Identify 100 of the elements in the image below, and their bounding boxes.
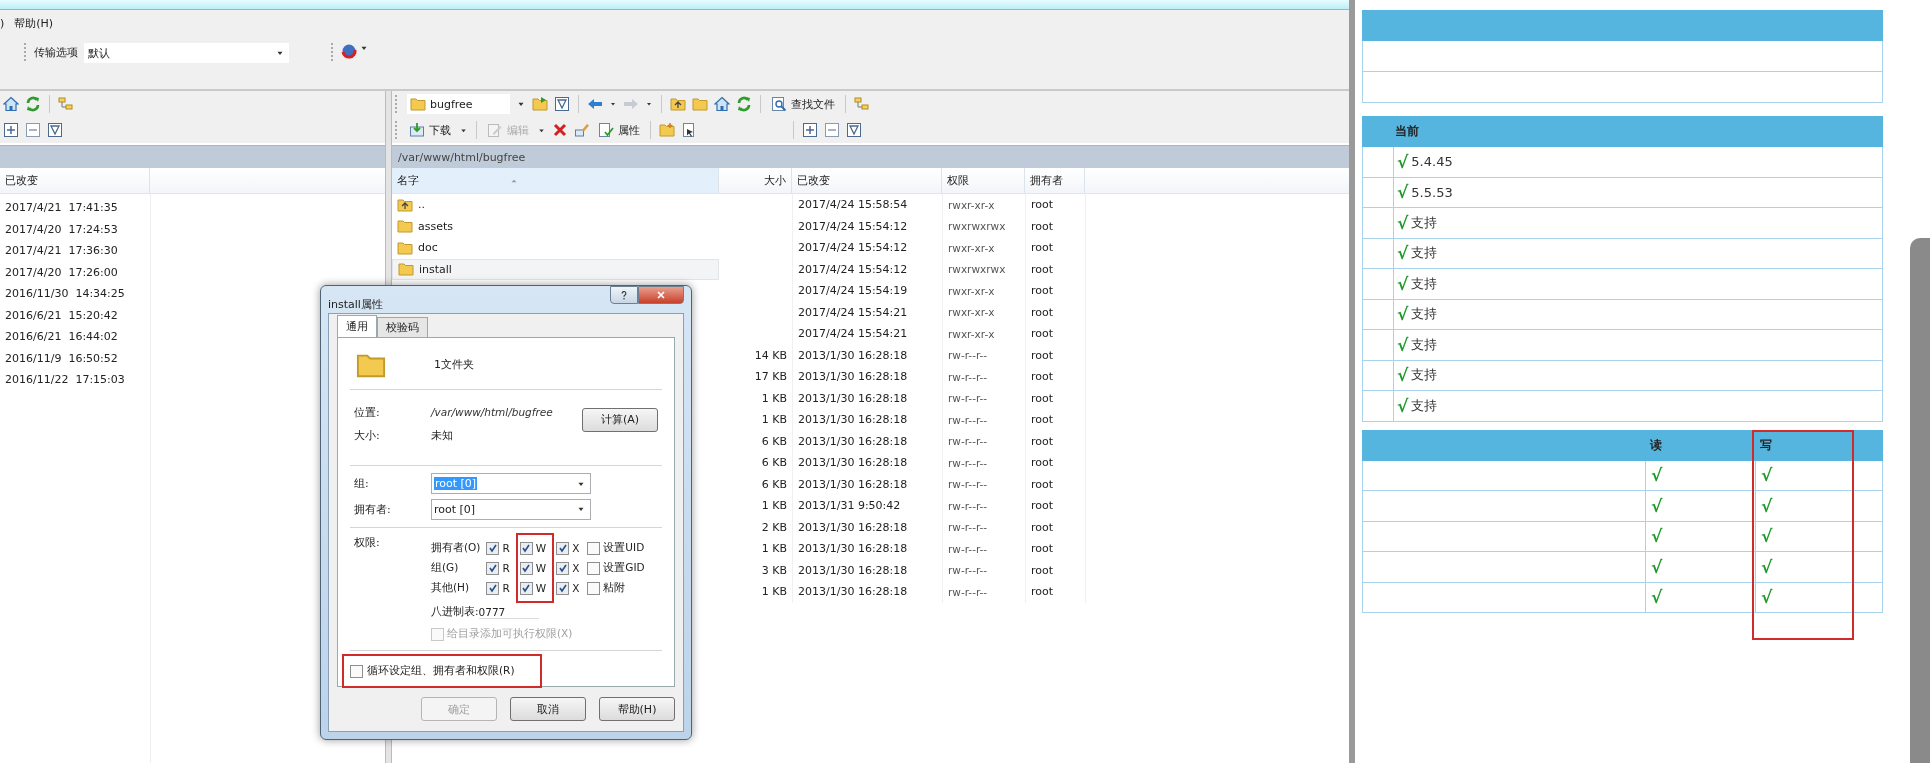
expand-icon[interactable] (802, 122, 818, 138)
modified-date: 2017/4/21 17:41:35 (4, 201, 119, 215)
home-icon[interactable] (714, 96, 730, 112)
modified-date: 2016/6/21 15:20:42 (4, 308, 119, 322)
owner: root (1031, 413, 1054, 427)
dialog-title: install属性 (328, 297, 384, 312)
checkbox[interactable] (519, 541, 533, 555)
delete-icon[interactable] (552, 122, 568, 138)
menu-item[interactable]: ) (0, 16, 5, 30)
field-value: /var/www/html/bugfree (431, 406, 553, 419)
owner: root (1031, 305, 1054, 319)
collapse-icon[interactable] (25, 122, 41, 138)
file-size: 1 KB (761, 585, 787, 599)
check-mark: √ (1397, 395, 1409, 416)
checkbox[interactable] (486, 541, 500, 555)
new-folder-icon[interactable] (659, 122, 675, 138)
checkbox-label: 给目录添加可执行权限(X) (447, 627, 573, 642)
checkbox[interactable] (587, 581, 601, 595)
checkbox[interactable] (587, 561, 601, 575)
checkbox[interactable] (556, 561, 570, 575)
checkbox-label: 粘附 (603, 581, 626, 596)
column-header[interactable]: 已改变 (792, 168, 942, 193)
collapse-icon[interactable] (824, 122, 840, 138)
caret-icon[interactable] (609, 100, 617, 108)
find-files-button[interactable]: 查找文件 (769, 95, 837, 113)
caret-icon[interactable] (645, 100, 653, 108)
calculate-button[interactable]: 计算(A) (582, 407, 658, 432)
column-header[interactable]: 拥有者 (1025, 168, 1085, 193)
sync-icon[interactable] (341, 43, 357, 59)
transfer-dropdown[interactable]: 默认 (84, 43, 289, 63)
file-size: 1 KB (761, 542, 787, 556)
modified-date: 2017/4/20 17:26:00 (4, 265, 119, 279)
field-label: 八进制表: (431, 605, 479, 620)
file-row[interactable]: install (392, 258, 719, 280)
check-mark: √ (1761, 465, 1773, 486)
file-size: 3 KB (761, 563, 787, 577)
column-header[interactable]: 大小 (719, 168, 792, 193)
toolbar-button[interactable]: 属性 (596, 121, 642, 139)
home-icon[interactable] (3, 96, 19, 112)
folder-dropdown[interactable]: bugfree (407, 94, 510, 114)
file-row[interactable]: doc (392, 237, 719, 259)
modified-date: 2016/11/22 17:15:03 (4, 373, 126, 387)
check-mark: √ (1651, 587, 1663, 608)
select-field[interactable]: root [0] (431, 498, 591, 520)
properties-icon (598, 122, 614, 138)
parent-folder-icon (397, 196, 413, 213)
file-row[interactable]: .. (392, 194, 719, 216)
checkbox-label: R (502, 562, 510, 575)
checkbox[interactable] (519, 581, 533, 595)
version-value: 5.5.53 (1411, 184, 1453, 200)
modified-date: 2017/4/24 15:58:54 (798, 198, 908, 212)
folder-icon[interactable] (532, 96, 548, 112)
back-arrow-icon[interactable] (587, 96, 603, 112)
filter-icon[interactable] (47, 122, 63, 138)
refresh-icon[interactable] (25, 96, 41, 112)
dialog-button[interactable]: 帮助(H) (599, 697, 675, 721)
file-row[interactable]: assets (392, 215, 719, 237)
tab[interactable]: 通用 (337, 315, 377, 337)
column-header[interactable]: 名字 (392, 168, 719, 193)
checkbox[interactable] (587, 541, 601, 555)
permissions: rwxr-xr-x (948, 198, 995, 211)
close-button[interactable] (638, 286, 684, 304)
modified-date: 2017/4/24 15:54:21 (798, 327, 908, 341)
file-name: doc (418, 241, 438, 255)
filter-icon[interactable] (846, 122, 862, 138)
toolbar-button[interactable]: 下载 (407, 121, 453, 139)
parent-folder-icon[interactable] (670, 96, 686, 112)
scrollbar[interactable] (1910, 238, 1930, 763)
owner: root (1031, 348, 1054, 362)
octal-field[interactable]: 0777 (478, 605, 539, 619)
folder-icon (398, 261, 414, 278)
checkbox[interactable] (556, 581, 570, 595)
checkbox[interactable] (486, 561, 500, 575)
owner: root (1031, 327, 1054, 341)
modified-date: 2017/4/24 15:54:21 (798, 305, 908, 319)
owner: root (1031, 499, 1054, 513)
owner: root (1031, 585, 1054, 599)
type-label: 1文件夹 (434, 357, 474, 373)
file-icon[interactable] (681, 122, 697, 138)
permissions: rwxrwxrwx (948, 220, 1006, 233)
menu-item[interactable]: 帮助(H) (14, 15, 54, 31)
modified-date: 2013/1/30 16:28:18 (798, 585, 908, 599)
checkbox[interactable] (486, 581, 500, 595)
checkbox[interactable] (350, 664, 363, 678)
folder-icon (397, 218, 413, 235)
rename-icon[interactable] (574, 122, 590, 138)
help-button[interactable] (610, 286, 638, 304)
modified-date: 2013/1/30 16:28:18 (798, 348, 908, 362)
modified-date: 2016/11/30 14:34:25 (4, 287, 126, 301)
filter-icon[interactable] (554, 96, 570, 112)
column-header[interactable]: 权限 (942, 168, 1025, 193)
checkbox-label: 组(G) (431, 560, 460, 576)
check-mark: √ (1397, 182, 1409, 203)
checkbox[interactable] (556, 541, 570, 555)
refresh-icon[interactable] (736, 96, 752, 112)
checkbox[interactable] (519, 561, 533, 575)
tab[interactable]: 校验码 (377, 317, 428, 337)
dialog-button[interactable]: 取消 (510, 697, 586, 721)
version-value: 支持 (1411, 396, 1438, 415)
expand-icon[interactable] (3, 122, 19, 138)
